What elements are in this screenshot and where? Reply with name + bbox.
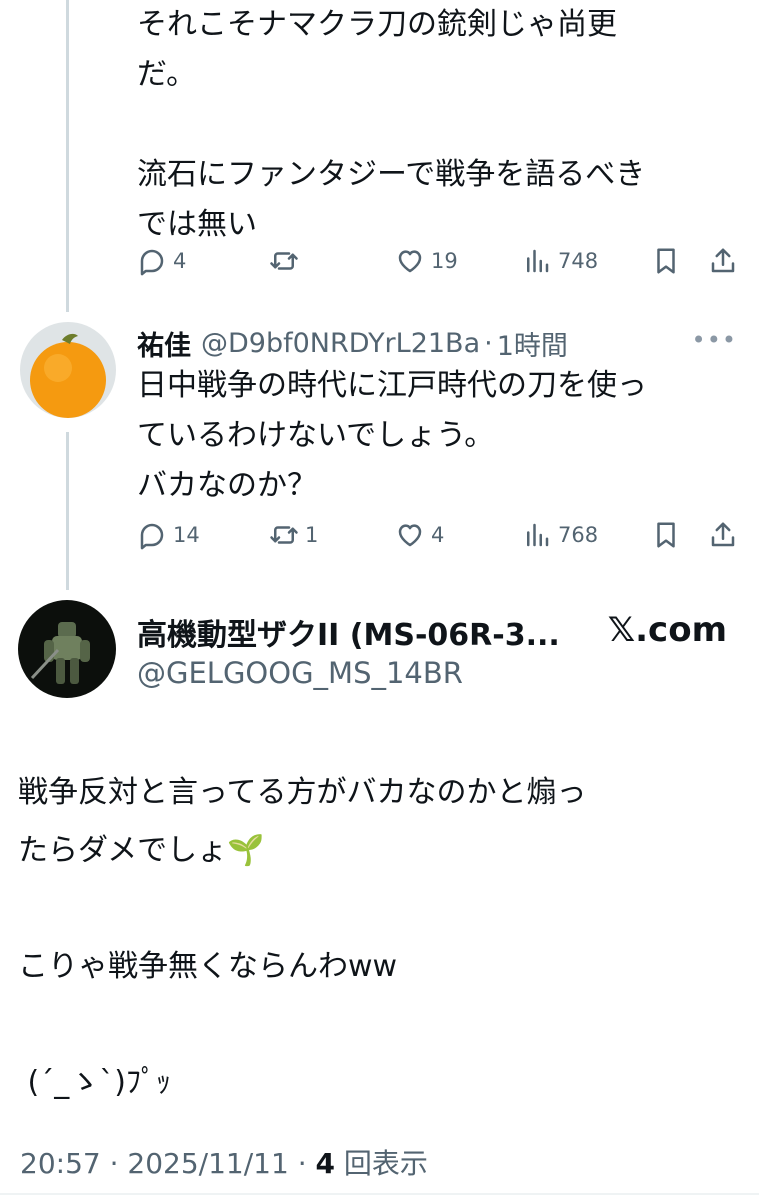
orange-fruit-icon <box>30 333 106 418</box>
views-button[interactable]: 748 <box>522 241 598 281</box>
more-options-icon[interactable]: ••• <box>692 326 737 354</box>
view-count-number: 4 <box>315 1147 335 1180</box>
thread-line-top <box>66 0 69 312</box>
quote-text: 戦争反対と言ってる方がバカなのかと煽っ たらダメでしょ🌱 こりゃ戦争無くならんわ… <box>18 775 587 1100</box>
retweet-count: 1 <box>305 523 319 547</box>
share-button[interactable] <box>708 241 738 281</box>
quote-display-name[interactable]: 高機動型ザクII (MS-06R-3... <box>137 610 560 654</box>
tweet2-header: 祐佳 @D9bf0NRDYrL21Ba · 1時間 <box>137 321 568 365</box>
reply-button[interactable]: 4 <box>137 241 186 281</box>
bookmark-button[interactable] <box>651 241 681 281</box>
tweet2-text: 日中戦争の時代に江戸時代の刀を使っ ているわけないでしょう。 バカなのか？ <box>137 368 647 503</box>
reply-count: 14 <box>173 523 200 547</box>
retweet-button[interactable]: 1 <box>269 515 318 555</box>
avatar-zaku[interactable] <box>18 600 116 698</box>
retweet-icon <box>270 526 298 544</box>
like-count: 4 <box>431 523 445 547</box>
view-count: 748 <box>558 249 599 273</box>
retweet-icon <box>270 252 298 270</box>
views-icon <box>527 249 549 273</box>
source-label[interactable]: 𝕏.com <box>608 610 727 650</box>
tweet2-actions: 14 1 4 768 <box>137 515 743 555</box>
avatar-yuka[interactable] <box>20 322 116 418</box>
user-handle[interactable]: @D9bf0NRDYrL21Ba <box>201 328 480 359</box>
tweet1-actions: 4 19 748 <box>137 241 743 281</box>
views-icon <box>527 523 549 547</box>
meta-separator: · <box>288 1147 316 1180</box>
reply-icon <box>140 249 164 276</box>
like-icon <box>398 250 422 273</box>
reply-icon <box>140 523 164 550</box>
post-time[interactable]: 1時間 <box>497 324 568 363</box>
bookmark-icon <box>657 522 675 548</box>
meta-separator: · <box>100 1147 128 1180</box>
like-button[interactable]: 4 <box>395 515 444 555</box>
display-name[interactable]: 祐佳 <box>137 324 191 363</box>
divider <box>0 1193 759 1195</box>
like-count: 19 <box>431 249 458 273</box>
thread-line-mid <box>66 432 69 590</box>
like-button[interactable]: 19 <box>395 241 458 281</box>
like-icon <box>398 524 422 547</box>
views-button[interactable]: 768 <box>522 515 598 555</box>
bookmark-button[interactable] <box>651 515 681 555</box>
reply-count: 4 <box>173 249 187 273</box>
view-count: 768 <box>558 523 599 547</box>
retweet-button[interactable] <box>269 241 305 281</box>
share-button[interactable] <box>708 515 738 555</box>
separator: · <box>484 327 493 359</box>
bookmark-icon <box>657 248 675 274</box>
quote-handle[interactable]: @GELGOOG_MS_14BR <box>137 656 463 690</box>
post-time[interactable]: 20:57 <box>20 1147 101 1180</box>
view-count-label: 回表示 <box>334 1147 428 1180</box>
post-date[interactable]: 2025/11/11 <box>127 1147 288 1180</box>
robot-figure-icon <box>30 622 90 684</box>
tweet1-text: それこそナマクラ刀の銃剣じゃ尚更 だ。 流石にファンタジーで戦争を語るべき では… <box>137 7 646 242</box>
share-icon <box>711 248 735 273</box>
post-meta: 20:57 · 2025/11/11 · 4 回表示 <box>20 1142 428 1182</box>
reply-button[interactable]: 14 <box>137 515 200 555</box>
share-icon <box>711 522 735 547</box>
